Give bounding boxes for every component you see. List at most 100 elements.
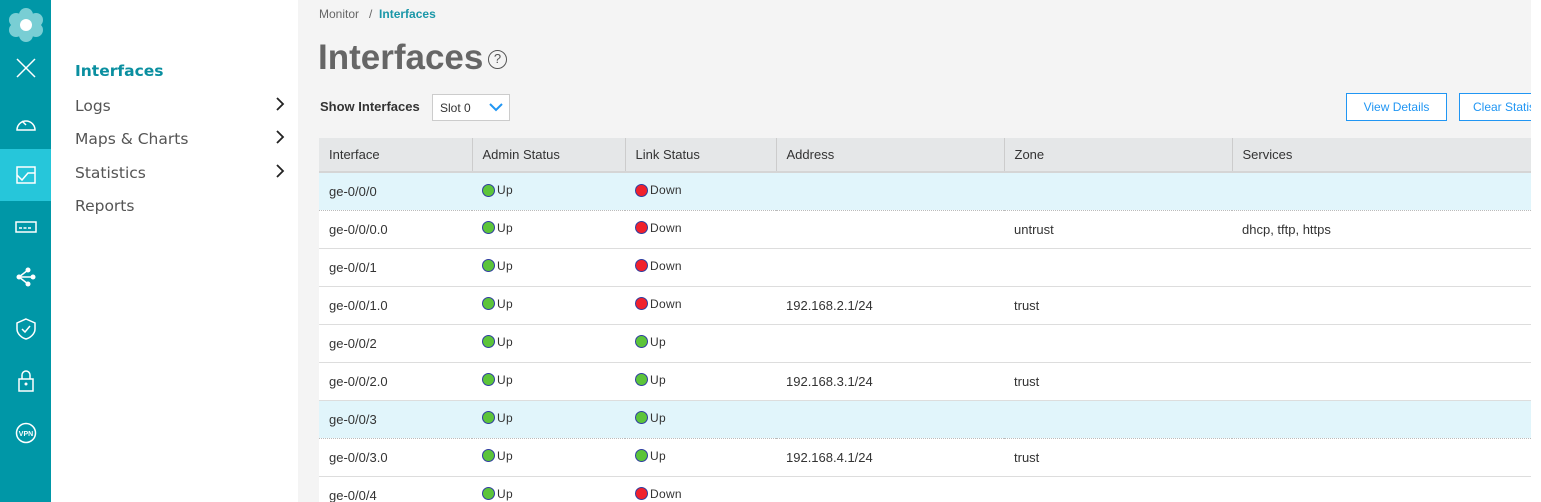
cell-link-status: Up [625, 400, 776, 439]
page-title: Interfaces [318, 38, 484, 77]
table-row[interactable]: ge-0/0/2 Up Up [319, 324, 1531, 363]
breadcrumb: Monitor / Interfaces [319, 7, 436, 21]
cell-services [1232, 324, 1531, 363]
cell-zone [1004, 324, 1232, 363]
table-row[interactable]: ge-0/0/1.0 Up Down 192.168.2.1/24 trust [319, 286, 1531, 325]
lock-icon[interactable] [0, 355, 51, 407]
status-dot-icon [635, 373, 648, 387]
status-text: Up [497, 296, 513, 311]
submenu-item-reports[interactable]: Reports [75, 197, 285, 215]
cell-services [1232, 438, 1531, 477]
status-text: Up [497, 372, 513, 387]
cell-zone [1004, 248, 1232, 287]
column-header[interactable]: Services [1232, 138, 1531, 173]
cell-services: dhcp, tftp, https [1232, 210, 1531, 249]
table-row[interactable]: ge-0/0/4 Up Down [319, 476, 1531, 502]
cell-link-status: Up [625, 438, 776, 477]
status-text: Up [497, 410, 513, 425]
view-details-button[interactable]: View Details [1346, 93, 1447, 121]
column-header[interactable]: Address [776, 138, 1005, 173]
cell-admin-status: Up [472, 172, 625, 211]
table-row[interactable]: ge-0/0/2.0 Up Up 192.168.3.1/24 trust [319, 362, 1531, 401]
cell-admin-status: Up [472, 438, 625, 477]
cell-interface: ge-0/0/1 [319, 248, 472, 287]
security-icon[interactable] [0, 303, 51, 355]
status-dot-icon [482, 411, 495, 425]
status-text: Up [650, 334, 666, 349]
cell-interface: ge-0/0/4 [319, 476, 472, 502]
table-row[interactable]: ge-0/0/3.0 Up Up 192.168.4.1/24 trust [319, 438, 1531, 477]
status-up: Up [482, 487, 513, 501]
column-header[interactable]: Zone [1004, 138, 1233, 173]
network-icon[interactable] [0, 251, 51, 303]
cell-link-status: Down [625, 172, 776, 211]
status-up: Up [635, 373, 666, 387]
status-dot-icon [635, 259, 648, 273]
cell-admin-status: Up [472, 476, 625, 502]
cell-admin-status: Up [472, 324, 625, 363]
vpn-icon[interactable]: VPN [0, 407, 51, 459]
status-up: Up [482, 221, 513, 235]
submenu-item-interfaces[interactable]: Interfaces [75, 62, 285, 80]
table-row[interactable]: ge-0/0/0.0 Up Down untrust dhcp, tftp, https [319, 210, 1531, 249]
status-dot-icon [635, 183, 648, 197]
cell-admin-status: Up [472, 362, 625, 401]
status-up: Up [482, 411, 513, 425]
cell-link-status: Down [625, 476, 776, 502]
cell-interface: ge-0/0/2 [319, 324, 472, 363]
cell-services [1232, 248, 1531, 287]
table-row[interactable]: ge-0/0/3 Up Up [319, 400, 1531, 439]
breadcrumb-separator: / [369, 7, 373, 21]
device-icon[interactable] [0, 201, 51, 253]
logo-icon [0, 5, 51, 45]
cell-zone: untrust [1004, 210, 1232, 249]
submenu-item-statistics[interactable]: Statistics [75, 163, 285, 183]
cell-address [776, 476, 1004, 502]
cell-admin-status: Up [472, 286, 625, 325]
submenu-label: Maps & Charts [75, 130, 189, 148]
breadcrumb-monitor[interactable]: Monitor [319, 7, 359, 21]
column-header[interactable]: Admin Status [472, 138, 626, 173]
icon-rail: VPN [0, 0, 51, 502]
status-text: Down [650, 296, 682, 311]
submenu-label: Interfaces [75, 62, 164, 80]
clear-statistics-button[interactable]: Clear Statistics [1459, 93, 1531, 121]
cell-address [776, 400, 1004, 439]
slot-select[interactable]: Slot 0 [432, 94, 510, 121]
status-text: Down [650, 258, 682, 273]
status-text: Down [650, 220, 682, 235]
status-down: Down [635, 297, 682, 311]
status-up: Up [482, 259, 513, 273]
cell-services [1232, 172, 1531, 211]
table-row[interactable]: ge-0/0/1 Up Down [319, 248, 1531, 287]
status-text: Up [650, 372, 666, 387]
status-text: Up [497, 448, 513, 463]
status-dot-icon [635, 221, 648, 235]
close-icon[interactable] [0, 42, 51, 94]
status-up: Up [482, 449, 513, 463]
status-dot-icon [482, 259, 495, 273]
cell-services [1232, 362, 1531, 401]
cell-services [1232, 476, 1531, 502]
status-down: Down [635, 183, 682, 197]
table-row[interactable]: ge-0/0/0 Up Down [319, 172, 1531, 211]
cell-interface: ge-0/0/3.0 [319, 438, 472, 477]
interfaces-table: Interface Admin Status Link Status Address Z… [319, 138, 1531, 502]
cell-zone: trust [1004, 286, 1232, 325]
cell-interface: ge-0/0/0.0 [319, 210, 472, 249]
svg-text:VPN: VPN [18, 431, 32, 438]
submenu-item-maps-charts[interactable]: Maps & Charts [75, 129, 285, 149]
column-header[interactable]: Interface [319, 138, 473, 173]
submenu-item-logs[interactable]: Logs [75, 96, 285, 116]
monitor-submenu: Interfaces Logs Maps & Charts Statistics… [51, 0, 298, 502]
status-dot-icon [635, 335, 648, 349]
cell-link-status: Down [625, 210, 776, 249]
dashboard-icon[interactable] [0, 97, 51, 149]
monitor-icon[interactable] [0, 149, 51, 201]
status-up: Up [482, 335, 513, 349]
cell-zone: trust [1004, 362, 1232, 401]
cell-admin-status: Up [472, 248, 625, 287]
cell-interface: ge-0/0/2.0 [319, 362, 472, 401]
help-icon[interactable]: ? [488, 50, 507, 69]
column-header[interactable]: Link Status [625, 138, 777, 173]
